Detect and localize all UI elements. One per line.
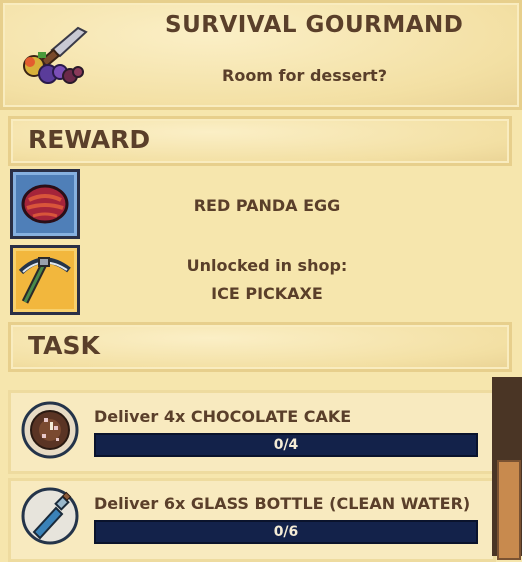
progress-bar: 0/4 [94,433,478,457]
glass-bottle-icon [20,486,80,546]
ice-pickaxe-slot[interactable] [10,245,80,315]
progress-bar: 0/6 [94,520,478,544]
task-label: Deliver 6x GLASS BOTTLE (CLEAN WATER) [94,494,471,513]
unlock-label: Unlocked in shop: [186,256,348,275]
chocolate-cake-icon [20,400,80,460]
task-row[interactable] [8,390,496,474]
reward-egg-label: RED PANDA EGG [193,196,341,215]
quest-title: SURVIVAL GOURMAND [165,12,464,38]
task-label: Deliver 4x CHOCOLATE CAKE [94,407,352,426]
ice-pickaxe-icon [18,257,71,304]
unlock-item-name: ICE PICKAXE [211,284,323,303]
task-heading: TASK [28,331,100,360]
scrollbar-thumb[interactable] [497,460,521,560]
red-panda-egg-slot[interactable] [10,169,80,239]
reward-heading: REWARD [28,125,151,154]
quest-subtitle: Room for dessert? [222,66,387,85]
red-panda-egg-icon [21,184,69,224]
knife-food-icon [14,24,94,88]
